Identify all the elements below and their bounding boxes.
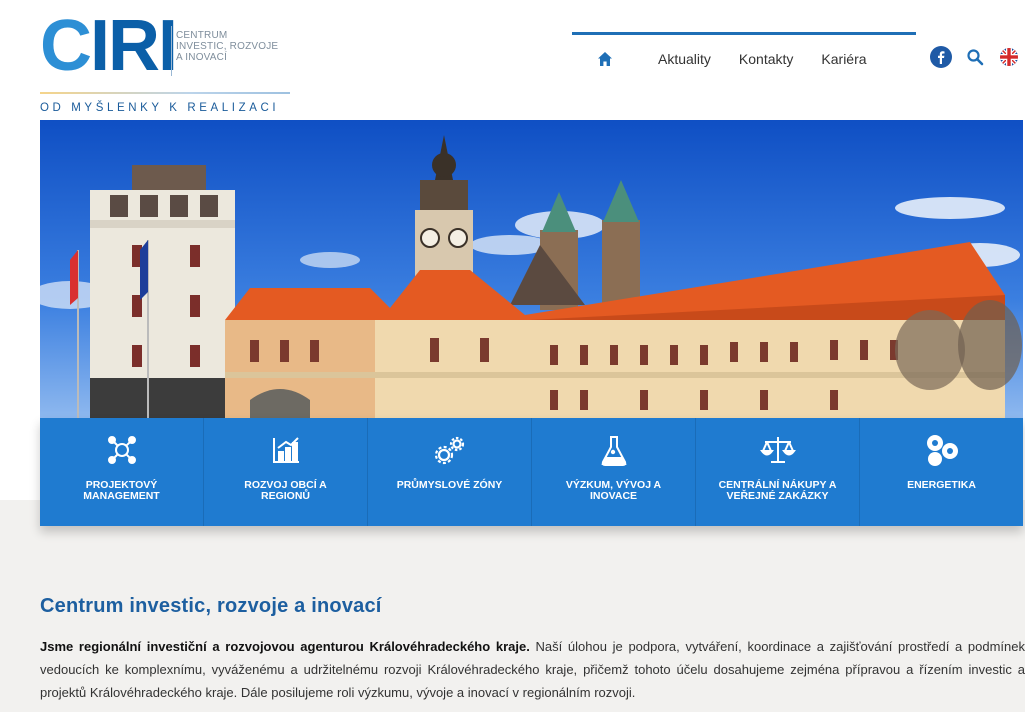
main-nav: Aktuality Kontakty Kariéra <box>580 44 867 74</box>
uk-flag-icon[interactable] <box>998 46 1020 68</box>
flask-icon <box>596 432 632 468</box>
service-vyzkum-vyvoj[interactable]: VÝZKUM, VÝVOJ A INOVACE <box>532 418 696 526</box>
intro-lead: Jsme regionální investiční a rozvojovou … <box>40 639 530 654</box>
energy-icon <box>924 432 960 468</box>
header: CIRI CENTRUM INVESTIC, ROZVOJE A INOVACÍ… <box>0 0 1025 120</box>
nav-accent-line <box>572 32 916 35</box>
logo-wordmark: CIRI <box>40 10 178 82</box>
service-label: PROJEKTOVÝ MANAGEMENT <box>83 479 160 502</box>
service-label: PRŮMYSLOVÉ ZÓNY <box>396 479 503 491</box>
service-projektovy-management[interactable]: PROJEKTOVÝ MANAGEMENT <box>40 418 204 526</box>
nav-item-kariera[interactable]: Kariéra <box>821 51 866 67</box>
search-icon[interactable] <box>964 46 986 68</box>
logo-subtitle: CENTRUM INVESTIC, ROZVOJE A INOVACÍ <box>176 30 306 63</box>
nav-icons <box>930 46 1020 68</box>
service-label: ENERGETIKA <box>907 479 976 491</box>
intro-paragraph: Jsme regionální investiční a rozvojovou … <box>40 635 1025 704</box>
logo-rule <box>40 92 290 94</box>
service-energetika[interactable]: ENERGETIKA <box>860 418 1023 526</box>
nav-item-aktuality[interactable]: Aktuality <box>658 51 711 67</box>
scales-icon <box>759 432 796 468</box>
logo-letters: IRI <box>90 6 178 86</box>
logo-subtitle-line: A INOVACÍ <box>176 52 228 63</box>
facebook-icon[interactable] <box>930 46 952 68</box>
growth-chart-icon <box>268 432 304 468</box>
logo-subtitle-line: CENTRUM <box>176 30 228 41</box>
services-bar: PROJEKTOVÝ MANAGEMENT ROZVOJ OBCÍ A REGI… <box>40 418 1023 526</box>
service-label: ROZVOJ OBCÍ A REGIONŮ <box>244 479 327 502</box>
service-centralni-nakupy[interactable]: CENTRÁLNÍ NÁKUPY A VEŘEJNÉ ZAKÁZKY <box>696 418 860 526</box>
logo-subtitle-line: INVESTIC, ROZVOJE <box>176 41 279 52</box>
service-label: CENTRÁLNÍ NÁKUPY A VEŘEJNÉ ZAKÁZKY <box>718 479 837 502</box>
gears-icon <box>432 432 468 468</box>
intro-section: Centrum investic, rozvoje a inovací Jsme… <box>40 595 1025 704</box>
home-icon <box>598 52 612 66</box>
service-label: VÝZKUM, VÝVOJ A INOVACE <box>565 479 662 502</box>
page-title: Centrum investic, rozvoje a inovací <box>40 595 382 617</box>
service-prumyslove-zony[interactable]: PRŮMYSLOVÉ ZÓNY <box>368 418 532 526</box>
ciri-logo[interactable]: CIRI CENTRUM INVESTIC, ROZVOJE A INOVACÍ… <box>40 10 300 114</box>
logo-letter: C <box>40 6 92 86</box>
logo-separator <box>171 26 172 76</box>
project-management-icon <box>104 432 140 468</box>
service-rozvoj-obci[interactable]: ROZVOJ OBCÍ A REGIONŮ <box>204 418 368 526</box>
nav-home-button[interactable] <box>580 44 630 74</box>
logo-tagline: OD MYŠLENKY K REALIZACI <box>40 102 280 114</box>
hero-image <box>40 120 1023 420</box>
nav-item-kontakty[interactable]: Kontakty <box>739 51 793 67</box>
